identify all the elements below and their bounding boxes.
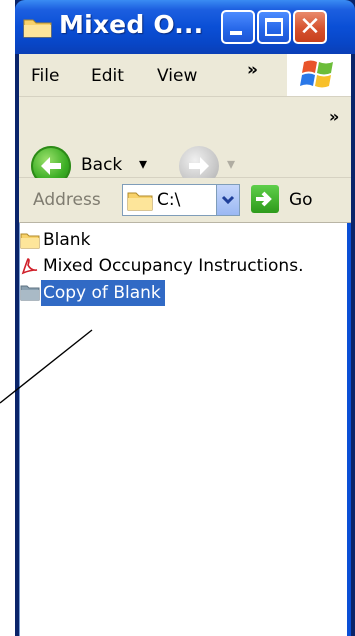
annotation-leader-line (0, 329, 93, 404)
